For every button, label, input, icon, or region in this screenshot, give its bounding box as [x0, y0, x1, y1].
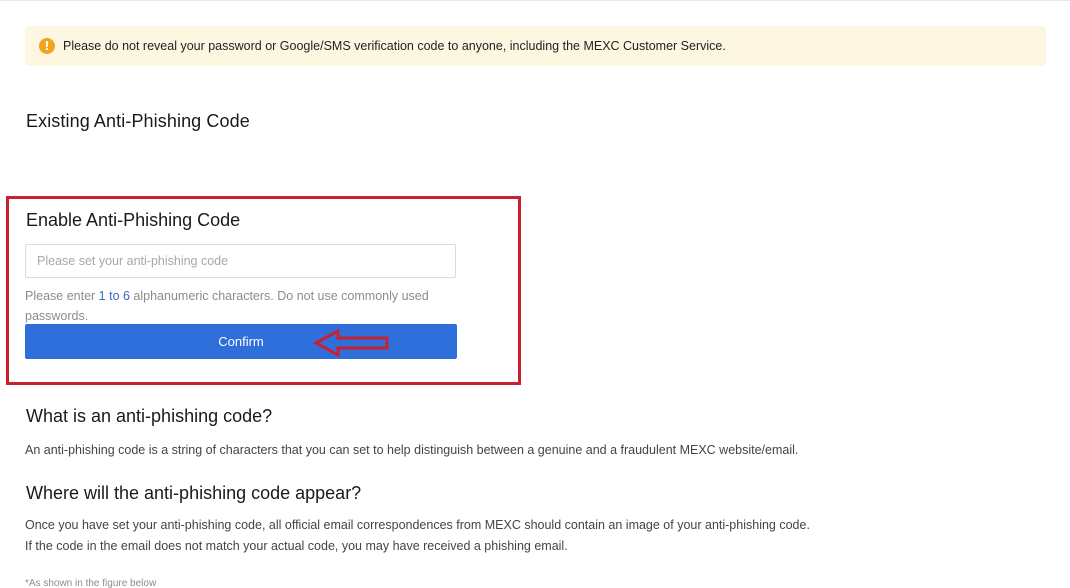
confirm-button[interactable]: Confirm	[25, 324, 457, 359]
where-appear-heading: Where will the anti-phishing code appear…	[26, 483, 362, 503]
enable-code-heading: Enable Anti-Phishing Code	[26, 210, 241, 230]
warning-text: Please do not reveal your password or Go…	[63, 39, 726, 53]
top-divider	[0, 0, 1070, 1]
hint-prefix: Please enter	[25, 289, 99, 303]
exclamation-icon: !	[39, 38, 55, 54]
hint-length-range: 1 to 6	[98, 289, 130, 303]
security-warning-banner: ! Please do not reveal your password or …	[25, 26, 1046, 66]
where-line-2: If the code in the email does not match …	[25, 539, 568, 553]
input-hint: Please enter 1 to 6 alphanumeric charact…	[25, 286, 455, 326]
annotation-arrow-icon	[313, 328, 389, 358]
what-is-heading: What is an anti-phishing code?	[26, 406, 273, 426]
where-line-1: Once you have set your anti-phishing cod…	[25, 518, 810, 532]
anti-phishing-code-input[interactable]	[25, 244, 456, 278]
what-is-description: An anti-phishing code is a string of cha…	[25, 443, 799, 457]
anti-phishing-page: ! Please do not reveal your password or …	[0, 0, 1070, 588]
where-appear-description: Once you have set your anti-phishing cod…	[25, 515, 810, 557]
existing-code-heading: Existing Anti-Phishing Code	[26, 111, 250, 131]
figure-footnote: *As shown in the figure below	[25, 578, 157, 588]
